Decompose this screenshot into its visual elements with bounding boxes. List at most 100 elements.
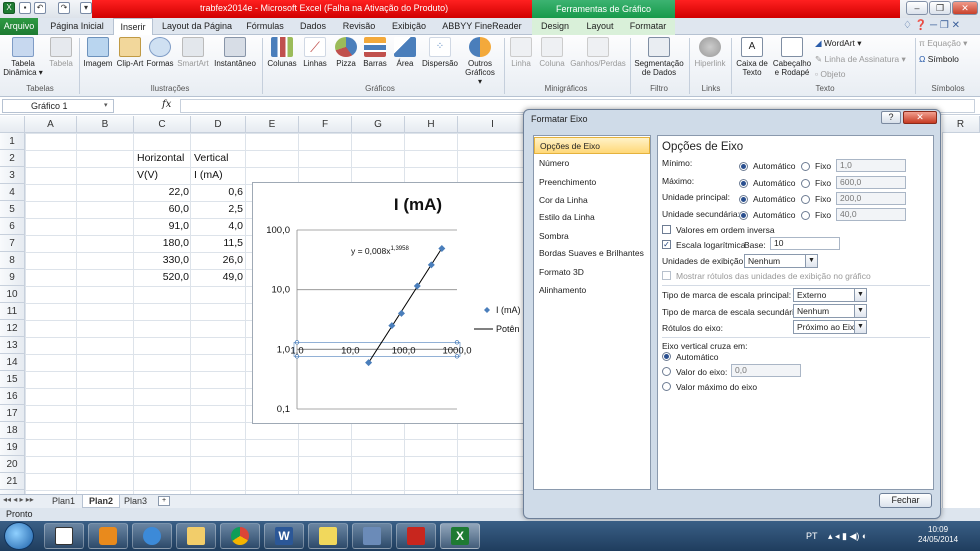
taskbar-app[interactable] [132,523,172,549]
minor-unit-auto-radio[interactable] [739,211,748,220]
minor-unit-fixed-radio[interactable] [801,211,810,220]
nav-shadow[interactable]: Sombra [534,228,650,245]
hyperlink-button[interactable]: Hiperlink [692,37,728,83]
maximum-auto-label[interactable]: Automático [753,178,796,188]
minimum-auto-radio[interactable] [739,162,748,171]
customize-qat-icon[interactable]: ▾ [80,2,92,14]
area-chart-button[interactable]: Área [391,37,419,83]
nav-3d-format[interactable]: Formato 3D [534,264,650,281]
clock[interactable]: 10:09 24/05/2014 [918,525,958,545]
clipart-button[interactable]: Clip-Art [115,37,145,83]
row-header[interactable]: 10 [0,286,25,303]
tab-layout[interactable]: Layout [581,18,619,35]
column-header[interactable]: G [352,116,405,133]
row-header[interactable]: 3 [0,167,25,184]
reverse-order-checkbox[interactable] [662,225,671,234]
taskbar-app[interactable] [396,523,436,549]
undo-icon[interactable]: ↶ [34,2,46,14]
column-header[interactable]: F [299,116,352,133]
maximum-fixed-radio[interactable] [801,179,810,188]
taskbar-app[interactable]: W [264,523,304,549]
show-units-checkbox[interactable] [662,271,671,280]
sparkline-winloss-button[interactable]: Ganhos/Perdas [568,37,628,83]
close-button[interactable]: Fechar [879,493,932,508]
maximum-auto-radio[interactable] [739,179,748,188]
cell-d3[interactable]: I (mA) [194,167,223,184]
cross-value-input[interactable]: 0,0 [731,364,801,377]
equation-button[interactable]: π Equação ▾ [919,38,967,49]
chart-title[interactable]: I (mA) [394,195,442,214]
row-header[interactable]: 9 [0,269,25,286]
legend-trend-label[interactable]: Potên [496,324,520,334]
row-header[interactable]: 17 [0,405,25,422]
cell-current[interactable]: 49,0 [191,269,243,286]
windows-start-button[interactable] [4,522,34,550]
redo-icon[interactable]: ↷ [58,2,70,14]
header-footer-button[interactable]: Cabeçalho e Rodapé [771,37,813,83]
log-scale-checkbox[interactable]: ✓ [662,240,671,249]
trend-equation[interactable]: y = 0,008x1,3958 [351,246,409,256]
select-all-corner[interactable] [0,116,25,133]
cell-c2[interactable]: Horizontal [137,150,184,167]
maximum-fixed-label[interactable]: Fixo [815,178,831,188]
object-button[interactable]: ▫ Objeto [815,69,845,79]
major-unit-fixed-label[interactable]: Fixo [815,194,831,204]
row-header[interactable]: 12 [0,320,25,337]
fx-icon[interactable]: fx [162,99,171,110]
smartart-button[interactable]: SmartArt [175,37,211,83]
minimum-auto-label[interactable]: Automático [753,161,796,171]
cell-voltage[interactable]: 91,0 [134,218,189,235]
dialog-close-button[interactable]: ✕ [903,111,937,124]
tab-file[interactable]: Arquivo [0,18,38,35]
restore-button[interactable]: ❐ [929,1,951,15]
screenshot-button[interactable]: Instantâneo [212,37,258,83]
major-unit-fixed-radio[interactable] [801,195,810,204]
sheet-nav-arrows[interactable]: ◂◂ ◂ ▸ ▸▸ [3,495,34,504]
row-header[interactable]: 8 [0,252,25,269]
column-header[interactable]: B [77,116,134,133]
scatter-chart-button[interactable]: ⁘ Dispersão [420,37,460,83]
column-header[interactable]: D [191,116,246,133]
name-box-dropdown-icon[interactable]: ▾ [104,101,108,109]
other-charts-button[interactable]: Outros Gráficos ▾ [462,37,498,86]
column-header[interactable]: E [246,116,299,133]
line-chart-button[interactable]: ⟋ Linhas [300,37,330,83]
cell-current[interactable]: 26,0 [191,252,243,269]
cell-c3[interactable]: V(V) [137,167,158,184]
row-header[interactable]: 1 [0,133,25,150]
cell-current[interactable]: 11,5 [191,235,243,252]
minor-unit-input[interactable]: 40,0 [836,208,906,221]
tab-abbyy[interactable]: ABBYY FineReader 11 [438,18,526,48]
legend-series-label[interactable]: I (mA) [496,305,521,315]
minor-unit-auto-label[interactable]: Automático [753,210,796,220]
show-units-label[interactable]: Mostrar rótulos das unidades de exibição… [676,271,871,281]
row-header[interactable]: 6 [0,218,25,235]
cross-value-label[interactable]: Valor do eixo: [676,367,727,377]
bar-chart-button[interactable]: Barras [361,37,389,83]
cross-auto-radio[interactable] [662,352,671,361]
minimum-fixed-radio[interactable] [801,162,810,171]
row-header[interactable]: 5 [0,201,25,218]
pivot-table-button[interactable]: Tabela Dinâmica ▾ [2,37,44,83]
taskbar-app[interactable] [176,523,216,549]
help-button[interactable]: ? [881,111,901,124]
tab-review[interactable]: Revisão [338,18,380,35]
taskbar-app[interactable] [220,523,260,549]
major-unit-input[interactable]: 200,0 [836,192,906,205]
minimum-fixed-label[interactable]: Fixo [815,161,831,171]
sparkline-column-button[interactable]: Coluna [537,37,567,83]
tab-format[interactable]: Formatar [626,18,670,35]
cell-voltage[interactable]: 520,0 [134,269,189,286]
shapes-button[interactable]: Formas [146,37,174,83]
tab-design[interactable]: Design [535,18,575,35]
signature-line-button[interactable]: ✎ Linha de Assinatura ▾ [815,54,906,65]
cell-d2[interactable]: Vertical [194,150,228,167]
cell-current[interactable]: 0,6 [191,184,243,201]
excel-app-icon[interactable]: X [3,2,15,14]
column-chart-button[interactable]: Colunas [266,37,298,83]
column-header[interactable]: I [458,116,528,133]
cell-voltage[interactable]: 22,0 [134,184,189,201]
slicer-button[interactable]: Segmentação de Dados [632,37,686,83]
cross-max-radio[interactable] [662,382,671,391]
chevron-down-icon[interactable]: ▼ [854,305,866,317]
